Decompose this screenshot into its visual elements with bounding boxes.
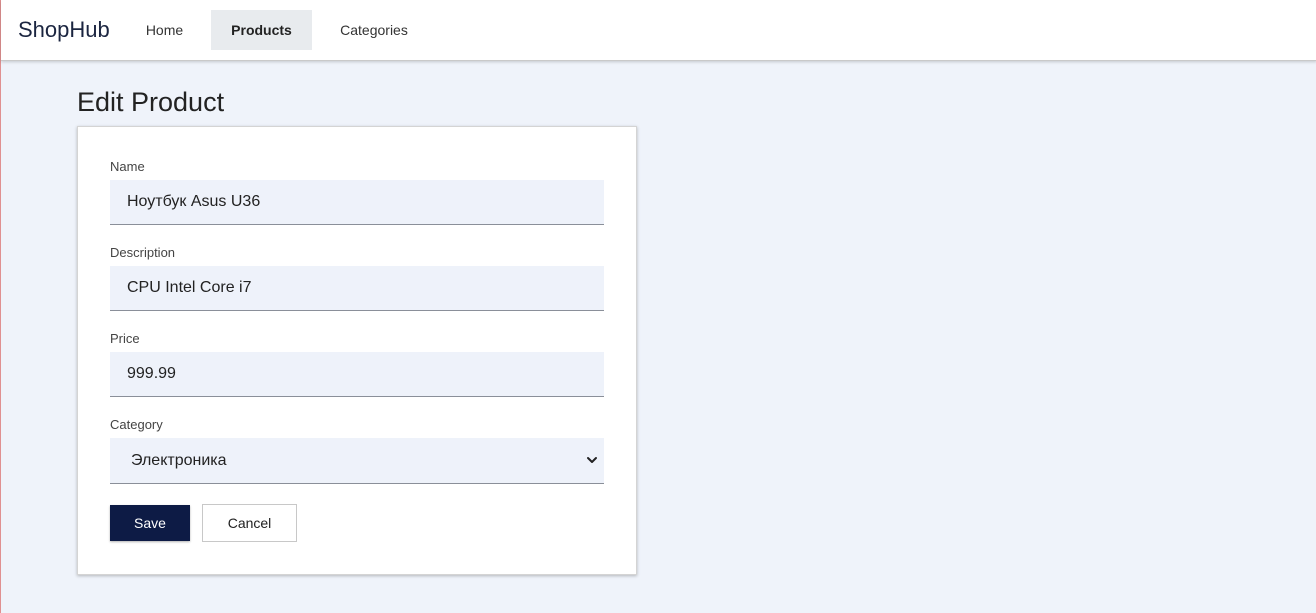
category-select[interactable]: Электроника [110, 438, 604, 484]
category-label: Category [110, 417, 163, 432]
price-input[interactable] [110, 352, 604, 397]
nav-item-products[interactable]: Products [211, 10, 312, 50]
edit-product-form-card: Name Description Price Category Электрон… [77, 126, 637, 575]
nav-item-home[interactable]: Home [132, 10, 197, 50]
name-label: Name [110, 159, 145, 174]
nav-item-categories[interactable]: Categories [326, 10, 422, 50]
chevron-down-icon [587, 457, 597, 463]
name-input[interactable] [110, 180, 604, 225]
brand-logo[interactable]: ShopHub [18, 17, 110, 43]
description-label: Description [110, 245, 176, 260]
price-label: Price [110, 331, 140, 346]
top-navbar: ShopHub Home Products Categories [1, 0, 1316, 61]
description-input[interactable] [110, 266, 604, 311]
category-selected-value: Электроника [131, 452, 227, 469]
page-title: Edit Product [77, 87, 225, 117]
save-button[interactable]: Save [110, 505, 190, 541]
cancel-button[interactable]: Cancel [202, 504, 297, 542]
